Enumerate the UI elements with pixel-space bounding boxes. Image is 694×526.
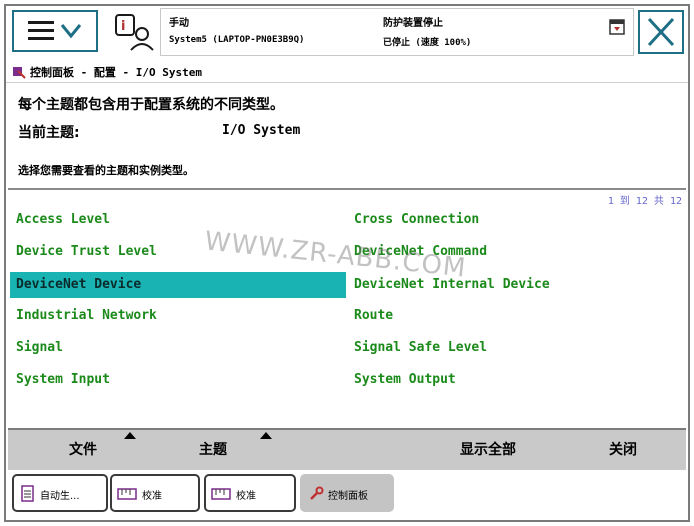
task-label: 校准 <box>236 491 256 502</box>
task-label: 控制面板 <box>328 491 368 502</box>
caret-up-icon <box>260 432 272 439</box>
run-status: 已停止 (速度 100%) <box>383 38 472 48</box>
task-calibration-2[interactable]: 校准 <box>204 474 296 512</box>
instruction-text: 选择您需要查看的主题和实例类型。 <box>18 164 194 177</box>
list-item[interactable]: System Output <box>348 367 678 393</box>
show-all-button[interactable]: 显示全部 <box>428 430 548 470</box>
close-icon <box>647 17 675 47</box>
operating-mode: 手动 <box>169 18 189 29</box>
auto-production-icon <box>21 485 34 502</box>
list-item[interactable]: Route <box>348 303 678 329</box>
type-list: 1 到 12 共 12 Access Level Device Trust Le… <box>8 188 686 428</box>
calibration-icon <box>117 488 137 500</box>
breadcrumb-row: 控制面板 - 配置 - I/O System <box>6 60 688 83</box>
list-item[interactable]: DeviceNet Command <box>348 239 678 265</box>
status-panel[interactable]: 手动 System5 (LAPTOP-PN0E3B9Q) 防护装置停止 已停止 … <box>160 8 634 56</box>
bottom-toolbar: 文件 主题 显示全部 关闭 <box>8 428 686 470</box>
list-item[interactable]: DeviceNet Internal Device <box>348 272 678 298</box>
calibration-icon <box>211 488 231 500</box>
caret-up-icon <box>124 432 136 439</box>
list-item[interactable]: System Input <box>10 367 350 393</box>
file-menu-label: 文件 <box>69 442 97 458</box>
file-menu-button[interactable]: 文件 <box>28 430 138 470</box>
window-switch-icon[interactable] <box>609 19 625 35</box>
list-item[interactable]: Device Trust Level <box>10 239 350 265</box>
topic-menu-button[interactable]: 主题 <box>158 430 268 470</box>
close-window-button[interactable] <box>638 10 684 54</box>
topic-intro-text: 每个主题都包含用于配置系统的不同类型。 <box>18 97 284 113</box>
task-label: 自动生... <box>40 491 80 502</box>
current-topic-label: 当前主题: <box>18 125 80 141</box>
robot-status-icon[interactable]: i <box>112 12 154 52</box>
hamburger-icon <box>28 21 82 40</box>
paging-indicator: 1 到 12 共 12 <box>607 196 682 207</box>
list-item[interactable]: Industrial Network <box>10 303 350 329</box>
main-menu-button[interactable] <box>12 10 98 52</box>
breadcrumb: 控制面板 - 配置 - I/O System <box>30 66 202 79</box>
close-button[interactable]: 关闭 <box>568 430 678 470</box>
flexpendant-screen: i 手动 System5 (LAPTOP-PN0E3B9Q) 防护装置停止 已停… <box>4 4 690 522</box>
svg-text:i: i <box>121 19 125 34</box>
task-calibration-1[interactable]: 校准 <box>110 474 200 512</box>
list-item[interactable]: Signal <box>10 335 350 361</box>
task-auto-production[interactable]: 自动生... <box>12 474 108 512</box>
current-topic-value: I/O System <box>222 123 301 138</box>
list-item-selected[interactable]: DeviceNet Device <box>10 272 346 298</box>
taskbar: 自动生... 校准 校准 控制面板 <box>8 470 686 520</box>
list-item[interactable]: Cross Connection <box>348 207 678 233</box>
wrench-icon <box>310 486 324 500</box>
system-name: System5 (LAPTOP-PN0E3B9Q) <box>169 35 305 45</box>
task-label: 校准 <box>142 491 162 502</box>
topic-menu-label: 主题 <box>199 442 227 458</box>
close-label: 关闭 <box>609 442 637 458</box>
top-status-bar: i 手动 System5 (LAPTOP-PN0E3B9Q) 防护装置停止 已停… <box>6 6 688 58</box>
show-all-label: 显示全部 <box>460 442 516 458</box>
list-item[interactable]: Access Level <box>10 207 350 233</box>
task-control-panel[interactable]: 控制面板 <box>300 474 394 512</box>
control-panel-icon <box>12 64 26 79</box>
safety-status: 防护装置停止 <box>383 18 443 29</box>
list-item[interactable]: Signal Safe Level <box>348 335 678 361</box>
